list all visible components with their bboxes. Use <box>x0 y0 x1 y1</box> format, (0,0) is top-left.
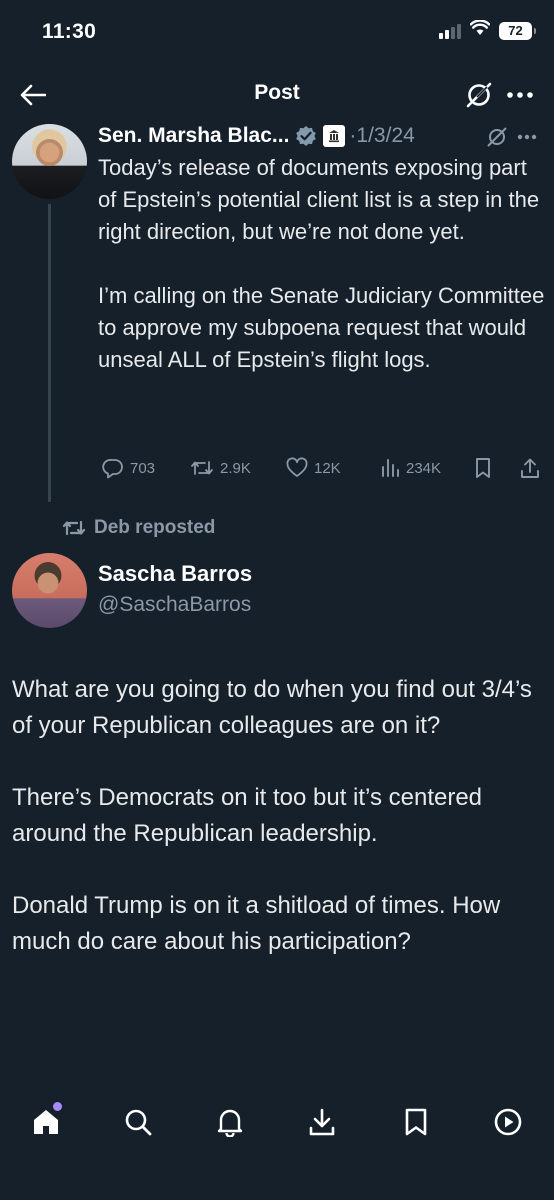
thread-connector <box>48 204 51 502</box>
grok-icon <box>487 127 507 147</box>
avatar[interactable] <box>12 124 87 199</box>
status-bar: 11:30 72 <box>0 0 554 64</box>
share-icon <box>521 458 539 478</box>
tweet-paragraph: What are you going to do when you find o… <box>12 676 532 739</box>
heart-icon <box>286 457 308 477</box>
repost-label: Deb reposted <box>94 517 216 538</box>
author-name[interactable]: Sascha Barros <box>98 561 252 587</box>
tweet-actions: 703 2.9K 12K 234K <box>96 454 546 482</box>
repost-button[interactable]: 2.9K <box>190 454 251 482</box>
government-badge-icon <box>323 125 346 147</box>
post-header: Post <box>0 70 554 118</box>
battery-indicator: 72 <box>499 21 536 40</box>
reply-button[interactable]: 703 <box>102 454 155 482</box>
bookmark-icon <box>476 458 490 478</box>
views-button[interactable]: 234K <box>380 454 441 482</box>
bottom-nav <box>0 1088 554 1200</box>
grok-button-small[interactable] <box>484 124 510 150</box>
tweet-paragraph: Today’s release of documents exposing pa… <box>98 155 540 244</box>
author-name[interactable]: Sen. Marsha Blac... <box>98 124 289 148</box>
bookmark-icon <box>405 1108 427 1136</box>
repost-icon <box>191 461 213 475</box>
status-time: 11:30 <box>42 20 97 43</box>
like-count: 12K <box>314 459 341 477</box>
wifi-icon <box>469 19 491 41</box>
author-handle[interactable]: @SaschaBarros <box>98 593 251 617</box>
tweet-paragraph: Donald Trump is on it a shitload of time… <box>12 892 501 955</box>
share-button[interactable] <box>520 454 540 482</box>
tweet-date[interactable]: ·1/3/24 <box>349 124 414 148</box>
repost-icon <box>62 520 86 536</box>
nav-video[interactable] <box>486 1102 530 1142</box>
tweet-paragraph: I’m calling on the Senate Judiciary Comm… <box>98 283 545 372</box>
tweet-header: Sen. Marsha Blac... ·1/3/24 <box>98 120 415 152</box>
nav-bookmarks[interactable] <box>394 1102 438 1142</box>
repost-count: 2.9K <box>220 459 251 477</box>
view-count: 234K <box>406 459 442 477</box>
more-dots-icon <box>517 134 537 140</box>
more-options-button[interactable] <box>502 78 538 112</box>
status-indicators: 72 <box>439 19 536 41</box>
cellular-signal-icon <box>439 23 461 39</box>
notifications-icon <box>217 1109 243 1137</box>
parent-tweet[interactable]: Sen. Marsha Blac... ·1/3/24 Today’s rele… <box>0 118 554 508</box>
play-icon <box>494 1108 522 1136</box>
bookmark-button[interactable] <box>474 454 492 482</box>
repost-indicator[interactable]: Deb reposted <box>62 514 215 542</box>
download-icon <box>309 1108 335 1136</box>
analytics-icon <box>382 459 399 477</box>
grok-button[interactable] <box>462 78 496 112</box>
more-dots-icon <box>507 92 533 98</box>
tweet-paragraph: There’s Democrats on it too but it’s cen… <box>12 784 483 847</box>
tweet-text: Today’s release of documents exposing pa… <box>98 152 546 376</box>
reply-icon <box>102 459 123 479</box>
nav-downloads[interactable] <box>300 1102 344 1142</box>
tweet-text: What are you going to do when you find o… <box>12 672 544 960</box>
reply-count: 703 <box>130 459 156 477</box>
grok-icon <box>466 82 492 108</box>
nav-search[interactable] <box>116 1102 160 1142</box>
avatar[interactable] <box>12 553 87 628</box>
search-icon <box>125 1109 152 1136</box>
notification-dot <box>53 1102 62 1111</box>
like-button[interactable]: 12K <box>286 454 341 482</box>
screen: 11:30 72 Post Sen. Marsha Blac... ·1/3/2… <box>0 0 554 1200</box>
verified-badge-icon <box>295 125 317 147</box>
nav-home[interactable] <box>24 1102 68 1142</box>
tweet-more-button[interactable] <box>514 124 540 150</box>
nav-notifications[interactable] <box>208 1102 252 1142</box>
